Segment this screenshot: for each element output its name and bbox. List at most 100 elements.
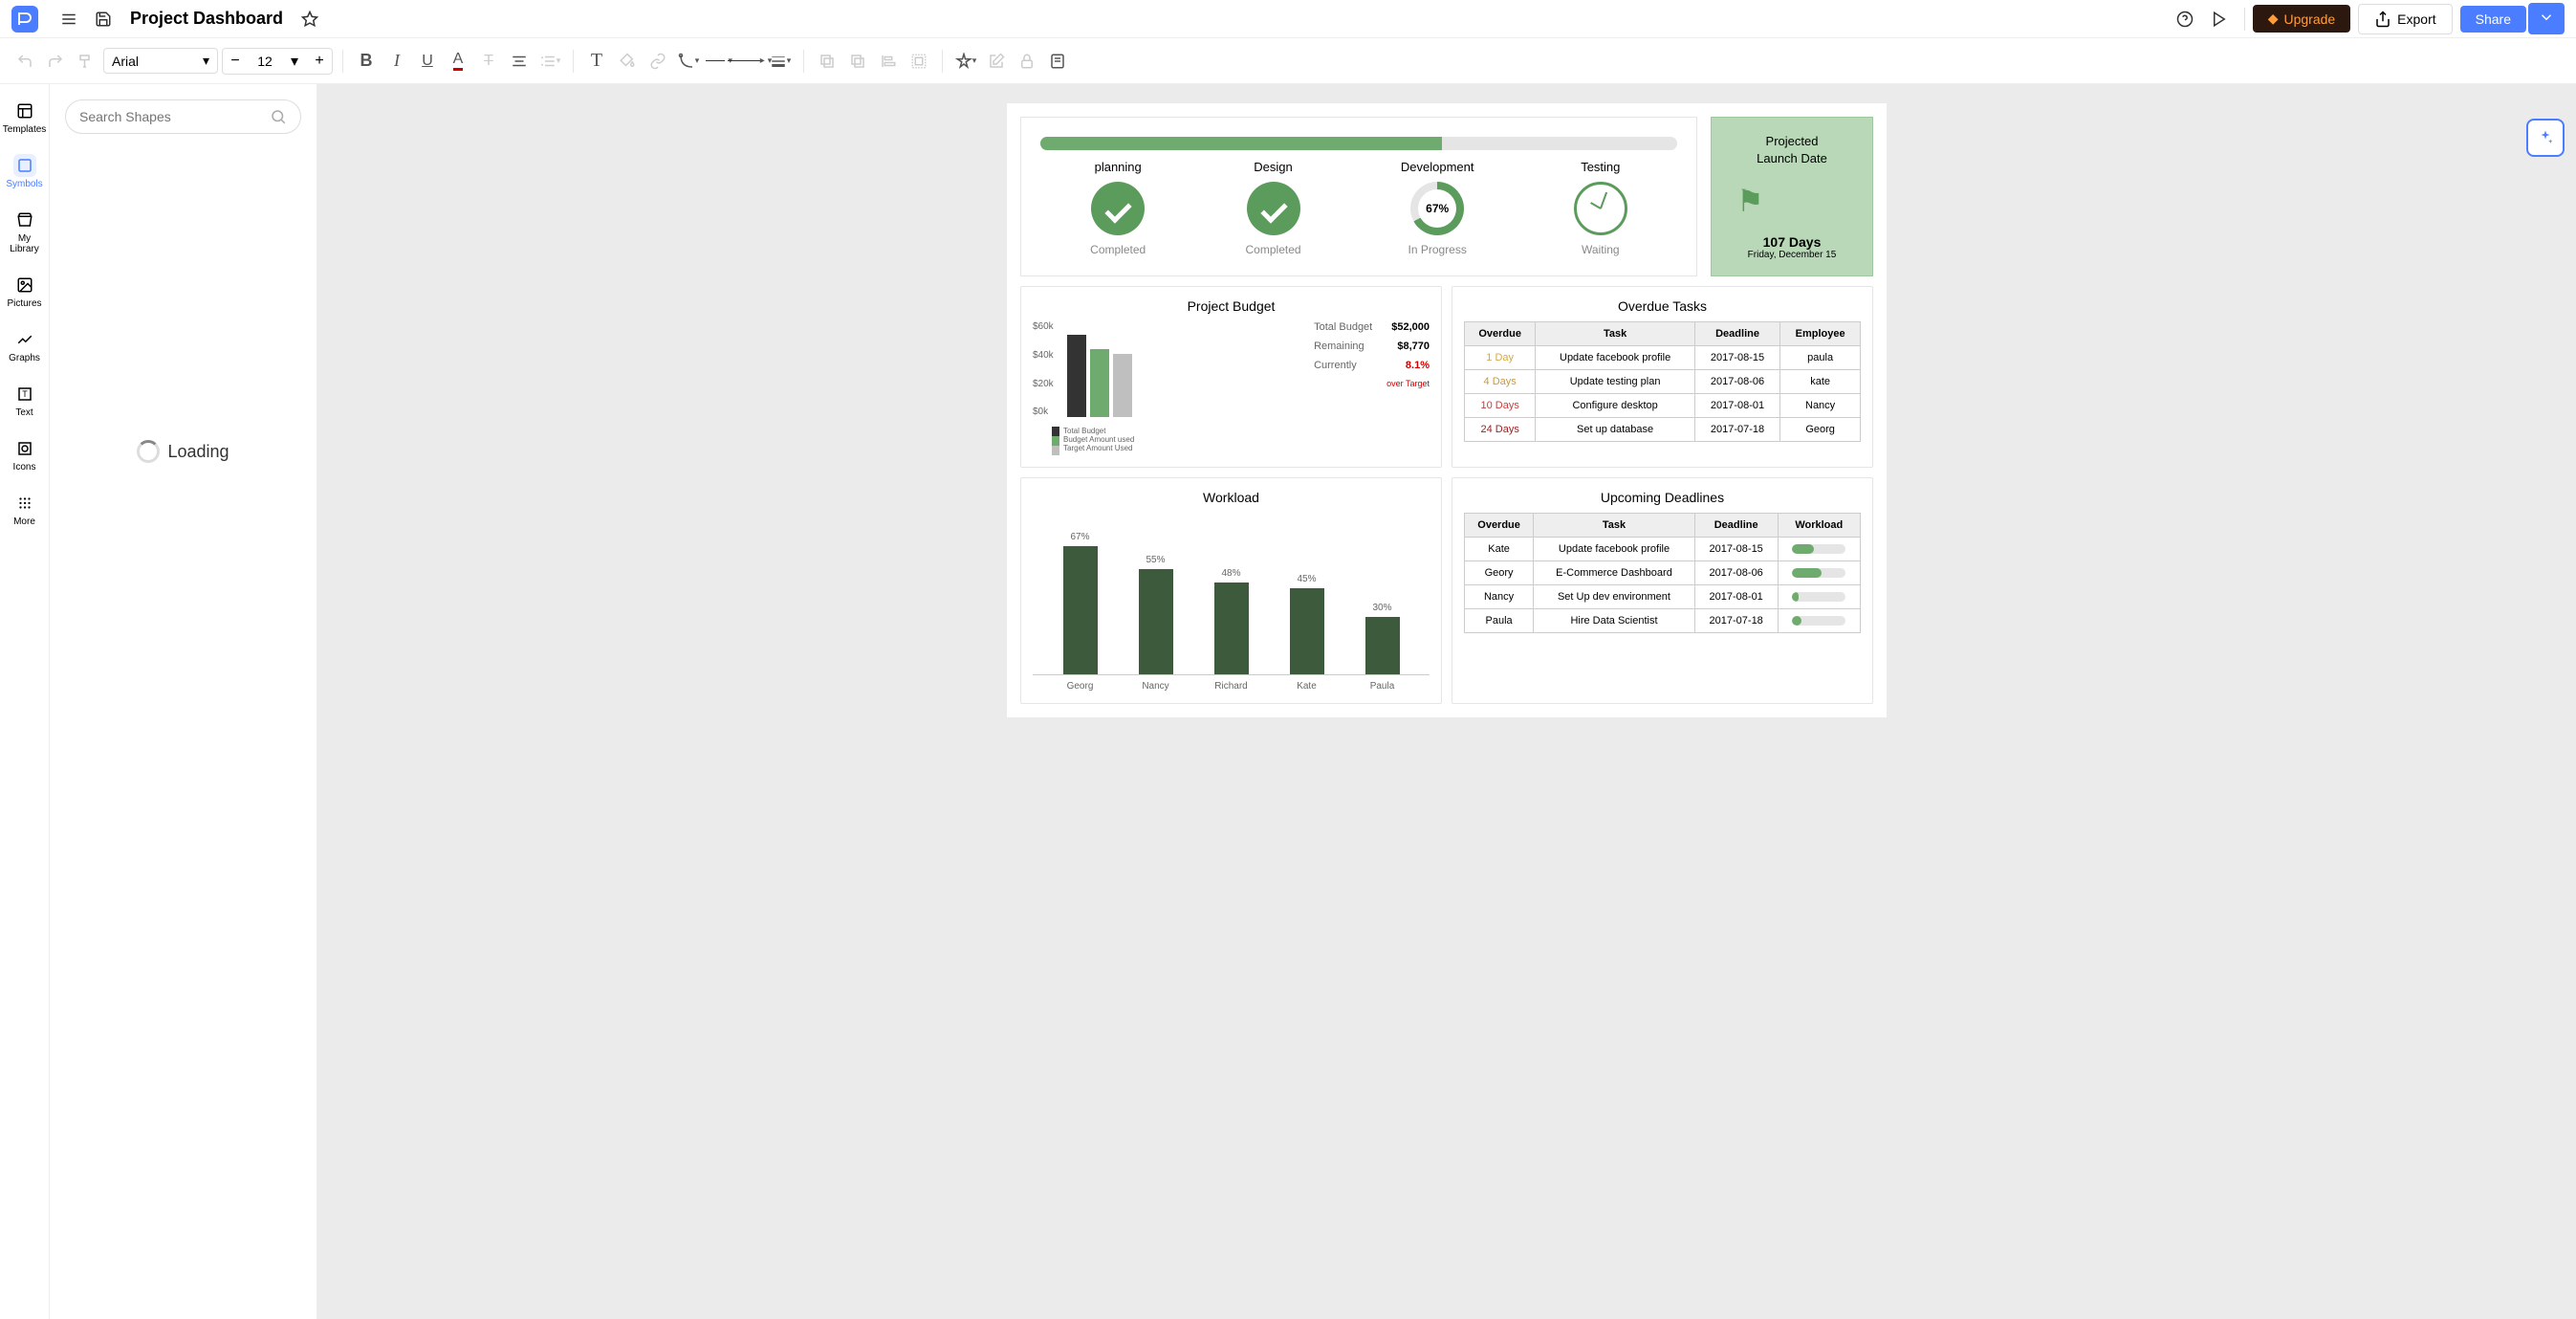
menu-icon[interactable]: [59, 10, 78, 29]
line-weight-icon[interactable]: ▾: [767, 48, 794, 75]
fill-icon[interactable]: [614, 48, 641, 75]
play-icon[interactable]: [2210, 10, 2229, 29]
card-title: Project Budget: [1033, 298, 1430, 314]
lock-icon[interactable]: [1014, 48, 1040, 75]
export-button[interactable]: Export: [2358, 4, 2452, 34]
sidebar-item-more[interactable]: More: [0, 484, 49, 535]
edit-icon[interactable]: [983, 48, 1010, 75]
align-icon[interactable]: [506, 48, 533, 75]
italic-icon[interactable]: I: [383, 48, 410, 75]
strikethrough-icon[interactable]: T: [475, 48, 502, 75]
search-icon: [270, 108, 287, 125]
share-label: Share: [2476, 11, 2511, 27]
sidebar-item-label: Symbols: [6, 179, 42, 189]
shapes-panel: Loading: [50, 84, 317, 1319]
sidebar-item-text[interactable]: T Text: [0, 375, 49, 426]
format-painter-icon[interactable]: [73, 48, 99, 75]
diamond-icon: ◆: [2268, 11, 2279, 27]
bold-icon[interactable]: B: [353, 48, 380, 75]
sparkle-icon: [2537, 129, 2554, 146]
link-icon[interactable]: [644, 48, 671, 75]
templates-icon: [13, 99, 36, 122]
chart-bars: [1067, 321, 1302, 417]
loading-indicator: Loading: [65, 440, 301, 463]
increase-size-button[interactable]: +: [307, 49, 332, 74]
workload-names: GeorgNancyRichardKatePaula: [1033, 675, 1430, 692]
app-logo[interactable]: [11, 6, 38, 33]
upcoming-table: OverdueTaskDeadlineWorkload KateUpdate f…: [1464, 513, 1861, 633]
redo-icon[interactable]: [42, 48, 69, 75]
workload-chart: 67%55%48%45%30%: [1033, 513, 1430, 675]
sidebar-item-label: Templates: [3, 124, 47, 135]
underline-icon[interactable]: U: [414, 48, 441, 75]
arrow-style-icon[interactable]: ▸▾: [736, 48, 763, 75]
budget-stats: Total Budget$52,000Remaining$8,770Curren…: [1314, 321, 1430, 455]
line-spacing-icon[interactable]: ▾: [536, 48, 563, 75]
upcoming-card: Upcoming Deadlines OverdueTaskDeadlineWo…: [1452, 477, 1873, 704]
sidebar-item-symbols[interactable]: Symbols: [0, 146, 49, 197]
save-icon[interactable]: [94, 10, 113, 29]
sidebar-item-graphs[interactable]: Graphs: [0, 320, 49, 371]
app-header: Project Dashboard ◆ Upgrade Export Share: [0, 0, 2576, 38]
sidebar-item-icons[interactable]: Icons: [0, 429, 49, 480]
connector-icon[interactable]: ▾: [675, 48, 702, 75]
sidebar-item-label: My Library: [4, 233, 45, 254]
card-title: Workload: [1033, 490, 1430, 505]
divider: [2244, 8, 2245, 31]
upgrade-label: Upgrade: [2283, 11, 2335, 27]
launch-date: Friday, December 15: [1727, 250, 1857, 260]
upgrade-button[interactable]: ◆ Upgrade: [2253, 5, 2350, 33]
graphs-icon: [13, 328, 36, 351]
separator: [342, 50, 343, 73]
overdue-table: OverdueTaskDeadlineEmployee 1 DayUpdate …: [1464, 321, 1861, 442]
share-dropdown[interactable]: [2528, 3, 2565, 34]
workload-card: Workload 67%55%48%45%30% GeorgNancyRicha…: [1020, 477, 1442, 704]
budget-chart: $60k$40k$20k$0k Total BudgetBudget Amoun…: [1033, 321, 1302, 455]
search-shapes-input[interactable]: [65, 99, 301, 134]
share-button[interactable]: Share: [2460, 6, 2526, 33]
sidebar-item-pictures[interactable]: Pictures: [0, 266, 49, 317]
ai-assistant-button[interactable]: [2526, 119, 2565, 157]
library-icon: [13, 209, 36, 231]
card-title: Overdue Tasks: [1464, 298, 1861, 314]
export-label: Export: [2397, 11, 2435, 27]
sidebar-item-label: Pictures: [7, 298, 41, 309]
svg-text:T: T: [22, 389, 28, 399]
sidebar-item-label: Icons: [13, 462, 36, 473]
loading-label: Loading: [167, 442, 229, 462]
font-size-input[interactable]: [248, 54, 282, 69]
help-icon[interactable]: [2175, 10, 2194, 29]
bring-front-icon[interactable]: [814, 48, 840, 75]
text-color-icon[interactable]: A: [445, 48, 471, 75]
launch-title: Projected Launch Date: [1727, 133, 1857, 167]
pictures-icon: [13, 274, 36, 297]
decrease-size-button[interactable]: −: [223, 49, 248, 74]
chevron-down-icon: [2538, 9, 2555, 26]
favorite-icon[interactable]: [300, 10, 319, 29]
progress-card: planningCompletedDesignCompletedDevelopm…: [1020, 117, 1697, 276]
card-title: Upcoming Deadlines: [1464, 490, 1861, 505]
more-icon: [13, 492, 36, 515]
overdue-card: Overdue Tasks OverdueTaskDeadlineEmploye…: [1452, 286, 1873, 468]
group-icon[interactable]: [906, 48, 932, 75]
send-back-icon[interactable]: [844, 48, 871, 75]
align-objects-icon[interactable]: [875, 48, 902, 75]
sidebar-item-templates[interactable]: Templates: [0, 92, 49, 143]
launch-days: 107 Days: [1727, 234, 1857, 250]
font-select[interactable]: Arial ▾: [103, 48, 218, 74]
ai-effects-icon[interactable]: ▾: [952, 48, 979, 75]
canvas[interactable]: planningCompletedDesignCompletedDevelopm…: [317, 84, 2576, 1319]
spinner-icon: [137, 440, 160, 463]
undo-icon[interactable]: [11, 48, 38, 75]
size-dropdown[interactable]: ▾: [282, 49, 307, 74]
text-tool-icon[interactable]: T: [583, 48, 610, 75]
page-title[interactable]: Project Dashboard: [130, 9, 283, 29]
page-settings-icon[interactable]: [1044, 48, 1071, 75]
sidebar-item-label: Text: [15, 407, 33, 418]
budget-card: Project Budget $60k$40k$20k$0k Total Bud…: [1020, 286, 1442, 468]
main-area: Templates Symbols My Library Pictures Gr…: [0, 84, 2576, 1319]
separator: [573, 50, 574, 73]
search-field[interactable]: [79, 109, 270, 124]
sidebar-item-library[interactable]: My Library: [0, 201, 49, 262]
launch-card: Projected Launch Date ⚑ 107 Days Friday,…: [1711, 117, 1873, 276]
